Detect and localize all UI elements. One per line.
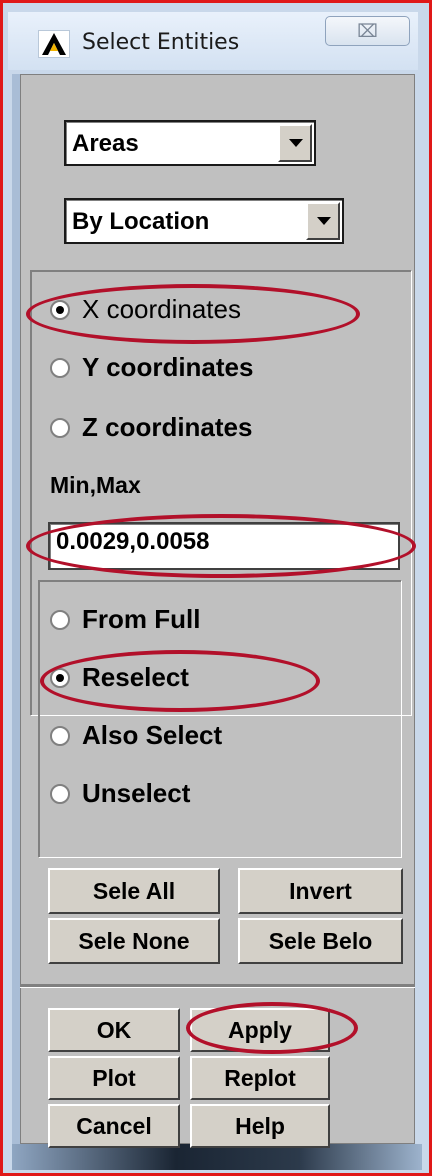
entity-type-select[interactable]: Areas xyxy=(64,120,316,166)
radio-button[interactable] xyxy=(50,358,70,378)
close-button[interactable]: ⌧ xyxy=(325,16,410,46)
radio-label: X coordinates xyxy=(82,294,241,324)
help-button[interactable]: Help xyxy=(190,1104,330,1148)
sele-none-button[interactable]: Sele None xyxy=(48,918,220,964)
radio-button[interactable] xyxy=(50,418,70,438)
radio-label: From Full xyxy=(82,604,201,634)
apply-button[interactable]: Apply xyxy=(190,1008,330,1052)
radio-label: Also Select xyxy=(82,720,223,750)
radio-label: Unselect xyxy=(82,778,191,808)
sele-belo-button[interactable]: Sele Belo xyxy=(238,918,403,964)
radio-button[interactable] xyxy=(50,784,70,804)
radio-button[interactable] xyxy=(50,610,70,630)
chevron-down-icon[interactable] xyxy=(306,202,340,240)
radio-label: Y coordinates xyxy=(82,352,254,382)
replot-button[interactable]: Replot xyxy=(190,1056,330,1100)
selection-criteria-select[interactable]: By Location xyxy=(64,198,344,244)
invert-button[interactable]: Invert xyxy=(238,868,403,914)
radio-button[interactable] xyxy=(50,668,70,688)
window-edge xyxy=(12,74,20,1169)
chevron-down-icon[interactable] xyxy=(278,124,312,162)
sele-all-button[interactable]: Sele All xyxy=(48,868,220,914)
radio-button[interactable] xyxy=(50,300,70,320)
ok-button[interactable]: OK xyxy=(48,1008,180,1052)
selection-criteria-value: By Location xyxy=(72,208,210,235)
radio-button[interactable] xyxy=(50,726,70,746)
radio-label: Z coordinates xyxy=(82,412,253,442)
window-title: Select Entities xyxy=(82,30,240,55)
minmax-label: Min,Max xyxy=(50,472,141,498)
ansys-logo-icon xyxy=(38,30,70,58)
cancel-button[interactable]: Cancel xyxy=(48,1104,180,1148)
plot-button[interactable]: Plot xyxy=(48,1056,180,1100)
radio-label: Reselect xyxy=(82,662,189,692)
close-icon: ⌧ xyxy=(357,21,378,41)
entity-type-value: Areas xyxy=(72,130,139,157)
minmax-input[interactable]: 0.0029,0.0058 xyxy=(48,522,400,570)
separator xyxy=(20,984,415,988)
